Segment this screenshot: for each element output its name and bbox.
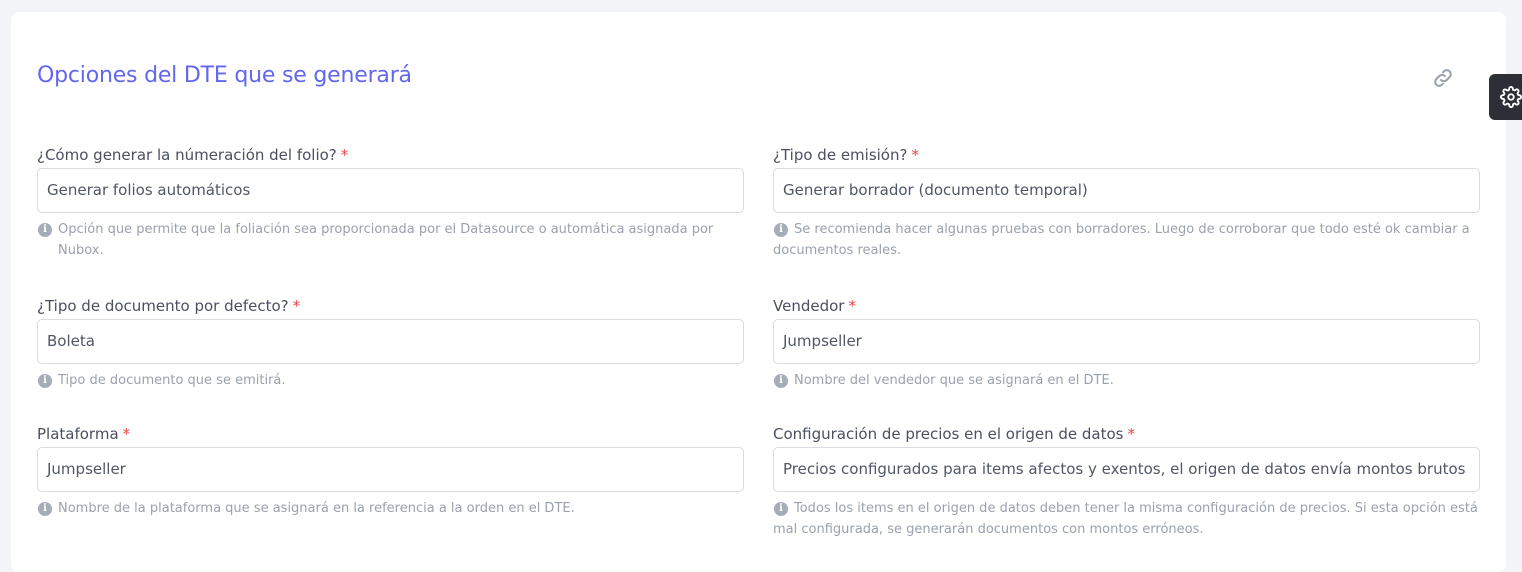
tipo-documento-select[interactable]: Boleta	[37, 319, 744, 364]
required-marker: *	[848, 297, 856, 315]
info-icon: i	[38, 223, 52, 237]
tipo-documento-help: i Tipo de documento que se emitirá.	[37, 370, 744, 391]
section-title: Opciones del DTE que se generará	[37, 63, 412, 88]
plataforma-label: Plataforma *	[37, 425, 131, 443]
vendedor-label: Vendedor *	[773, 297, 856, 315]
field-folio: ¿Cómo generar la númeración del folio? * …	[37, 145, 744, 261]
settings-card: Opciones del DTE que se generará ¿Cómo g…	[11, 12, 1506, 572]
field-plataforma: Plataforma * Jumpseller i Nombre de la pla…	[37, 424, 744, 519]
emision-select[interactable]: Generar borrador (documento temporal)	[773, 168, 1480, 213]
required-marker: *	[340, 146, 349, 164]
link-icon[interactable]	[1431, 66, 1455, 90]
info-icon: i	[774, 374, 788, 388]
info-icon: i	[774, 502, 788, 516]
folio-label: ¿Cómo generar la númeración del folio? *	[37, 146, 349, 164]
field-tipo-documento: ¿Tipo de documento por defecto? * Boleta …	[37, 296, 744, 391]
field-emision: ¿Tipo de emisión? * Generar borrador (doc…	[773, 145, 1480, 261]
field-vendedor: Vendedor * Jumpseller i Nombre del vendedo…	[773, 296, 1480, 391]
required-marker: *	[122, 425, 131, 443]
gear-icon	[1500, 86, 1522, 108]
vendedor-help: i Nombre del vendedor que se asignará en …	[773, 370, 1480, 391]
required-marker: *	[292, 297, 301, 315]
precios-label: Configuración de precios en el origen de…	[773, 425, 1135, 443]
info-icon: i	[774, 223, 788, 237]
field-precios: Configuración de precios en el origen de…	[773, 424, 1480, 540]
emision-label: ¿Tipo de emisión? *	[773, 146, 919, 164]
plataforma-help: i Nombre de la plataforma que se asignará…	[37, 498, 744, 519]
info-icon: i	[38, 502, 52, 516]
plataforma-input[interactable]: Jumpseller	[37, 447, 744, 492]
emision-help: i Se recomienda hacer algunas pruebas con…	[773, 222, 1470, 258]
precios-help: i Todos los items en el origen de datos d…	[773, 501, 1478, 537]
folio-select[interactable]: Generar folios automáticos	[37, 168, 744, 213]
info-icon: i	[38, 374, 52, 388]
tipo-documento-label: ¿Tipo de documento por defecto? *	[37, 297, 301, 315]
required-marker: *	[911, 146, 919, 164]
settings-gear-tab[interactable]	[1489, 74, 1522, 120]
precios-select[interactable]: Precios configurados para items afectos …	[773, 447, 1480, 492]
folio-help: i Opción que permite que la foliación sea…	[37, 219, 744, 261]
required-marker: *	[1127, 425, 1135, 443]
vendedor-input[interactable]: Jumpseller	[773, 319, 1480, 364]
